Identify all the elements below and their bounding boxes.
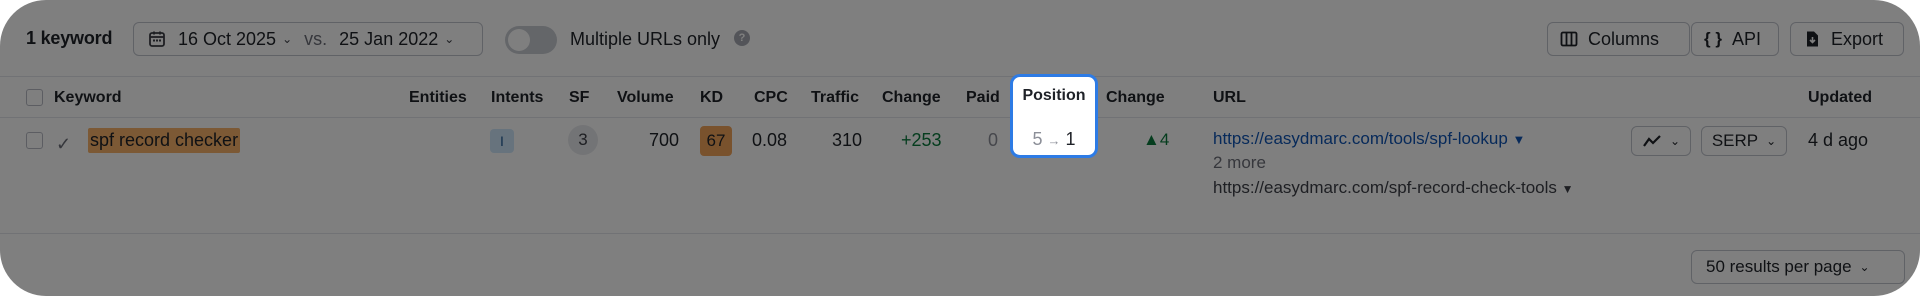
volume-cell: 700 — [649, 130, 680, 150]
secondary-url[interactable]: https://easydmarc.com/spf-record-check-t… — [1213, 176, 1613, 201]
chevron-down-icon: ⌄ — [282, 32, 293, 46]
trend-chart-button[interactable]: ⌄ — [1631, 126, 1691, 156]
date-compare-picker[interactable]: 16 Oct 2025 ⌄ vs. 25 Jan 2022 ⌄ — [133, 22, 483, 56]
toggle-knob — [508, 29, 530, 51]
header-url[interactable]: URL — [1213, 89, 1246, 107]
paid-cell: 0 — [988, 130, 999, 150]
chart-icon — [1643, 135, 1661, 147]
position-to: 1 — [1065, 129, 1076, 149]
caret-down-icon: ▼ — [1561, 182, 1574, 196]
results-per-page-select[interactable]: 50 results per page ⌄ — [1691, 250, 1905, 284]
header-keyword[interactable]: Keyword — [54, 89, 122, 107]
header-traffic[interactable]: Traffic — [811, 89, 859, 107]
check-icon: ✓ — [56, 134, 72, 154]
chevron-down-icon: ⌄ — [1859, 260, 1870, 274]
row-checkbox[interactable] — [26, 132, 43, 149]
header-cpc[interactable]: CPC — [754, 89, 788, 107]
header-entities[interactable]: Entities — [409, 89, 467, 107]
app-frame: 1 keyword 16 Oct 2025 ⌄ vs. 25 Jan 2022 … — [0, 0, 1920, 296]
serp-label: SERP — [1711, 131, 1759, 150]
export-button[interactable]: Export — [1790, 22, 1904, 56]
header-position-change[interactable]: Change — [1106, 89, 1165, 107]
position-cell: 5 → 1 — [1013, 129, 1095, 150]
cpc-cell: 0.08 — [752, 130, 788, 150]
secondary-url-text: https://easydmarc.com/spf-record-check-t… — [1213, 178, 1557, 197]
select-all-checkbox[interactable] — [26, 89, 43, 106]
header-change[interactable]: Change — [882, 89, 941, 107]
traffic-cell: 310 — [832, 130, 863, 150]
header-position: Position — [1022, 87, 1086, 104]
help-icon[interactable]: ? — [734, 30, 750, 46]
current-date: 16 Oct 2025 — [178, 28, 277, 49]
chevron-down-icon: ⌄ — [1766, 134, 1777, 148]
more-urls-link[interactable]: 2 more — [1213, 153, 1266, 173]
table-header: Keyword Entities Intents SF Volume KD CP… — [0, 76, 1920, 118]
chevron-down-icon: ⌄ — [444, 32, 455, 46]
header-sf[interactable]: SF — [569, 89, 589, 107]
calendar-icon — [149, 31, 165, 47]
url-text: https://easydmarc.com/tools/spf-lookup — [1213, 129, 1508, 148]
header-kd[interactable]: KD — [700, 89, 723, 107]
updated-cell: 4 d ago — [1808, 130, 1869, 150]
position-column-highlight[interactable]: Position 5 → 1 — [1010, 74, 1098, 158]
kd-badge: 67 — [700, 126, 732, 156]
keyword-count: 1 keyword — [26, 28, 113, 48]
table-row: ✓ spf record checker I 3 700 67 0.08 310… — [0, 118, 1920, 234]
intent-badge: I — [490, 129, 514, 153]
export-icon — [1807, 31, 1818, 47]
vs-label: vs. — [304, 28, 328, 49]
arrow-right-icon: → — [1047, 133, 1061, 148]
multiple-urls-label: Multiple URLs only — [570, 29, 721, 49]
columns-label: Columns — [1588, 28, 1660, 49]
header-intents[interactable]: Intents — [491, 89, 543, 107]
columns-icon — [1560, 31, 1578, 47]
caret-down-icon: ▼ — [1512, 132, 1526, 147]
header-volume[interactable]: Volume — [617, 89, 674, 107]
keyword-cell[interactable]: spf record checker — [88, 128, 241, 153]
toolbar: 1 keyword 16 Oct 2025 ⌄ vs. 25 Jan 2022 … — [0, 0, 1920, 76]
serp-button[interactable]: SERP ⌄ — [1701, 126, 1787, 156]
header-paid[interactable]: Paid — [966, 89, 1000, 107]
compare-date: 25 Jan 2022 — [339, 28, 439, 49]
export-label: Export — [1831, 28, 1884, 49]
header-updated[interactable]: Updated — [1808, 89, 1872, 107]
traffic-change-cell: +253 — [901, 130, 942, 150]
api-button[interactable]: { } API — [1691, 22, 1779, 56]
columns-button[interactable]: Columns — [1547, 22, 1690, 56]
chevron-down-icon: ⌄ — [1669, 134, 1681, 148]
position-change-cell: ▲4 — [1143, 130, 1170, 149]
url-link[interactable]: https://easydmarc.com/tools/spf-lookup ▼ — [1213, 129, 1525, 149]
position-from: 5 — [1032, 129, 1043, 149]
multiple-urls-toggle[interactable] — [505, 26, 557, 54]
per-page-label: 50 results per page — [1706, 257, 1852, 276]
api-label: API — [1731, 28, 1761, 49]
api-icon: { } — [1704, 29, 1722, 48]
sf-badge[interactable]: 3 — [568, 125, 598, 155]
